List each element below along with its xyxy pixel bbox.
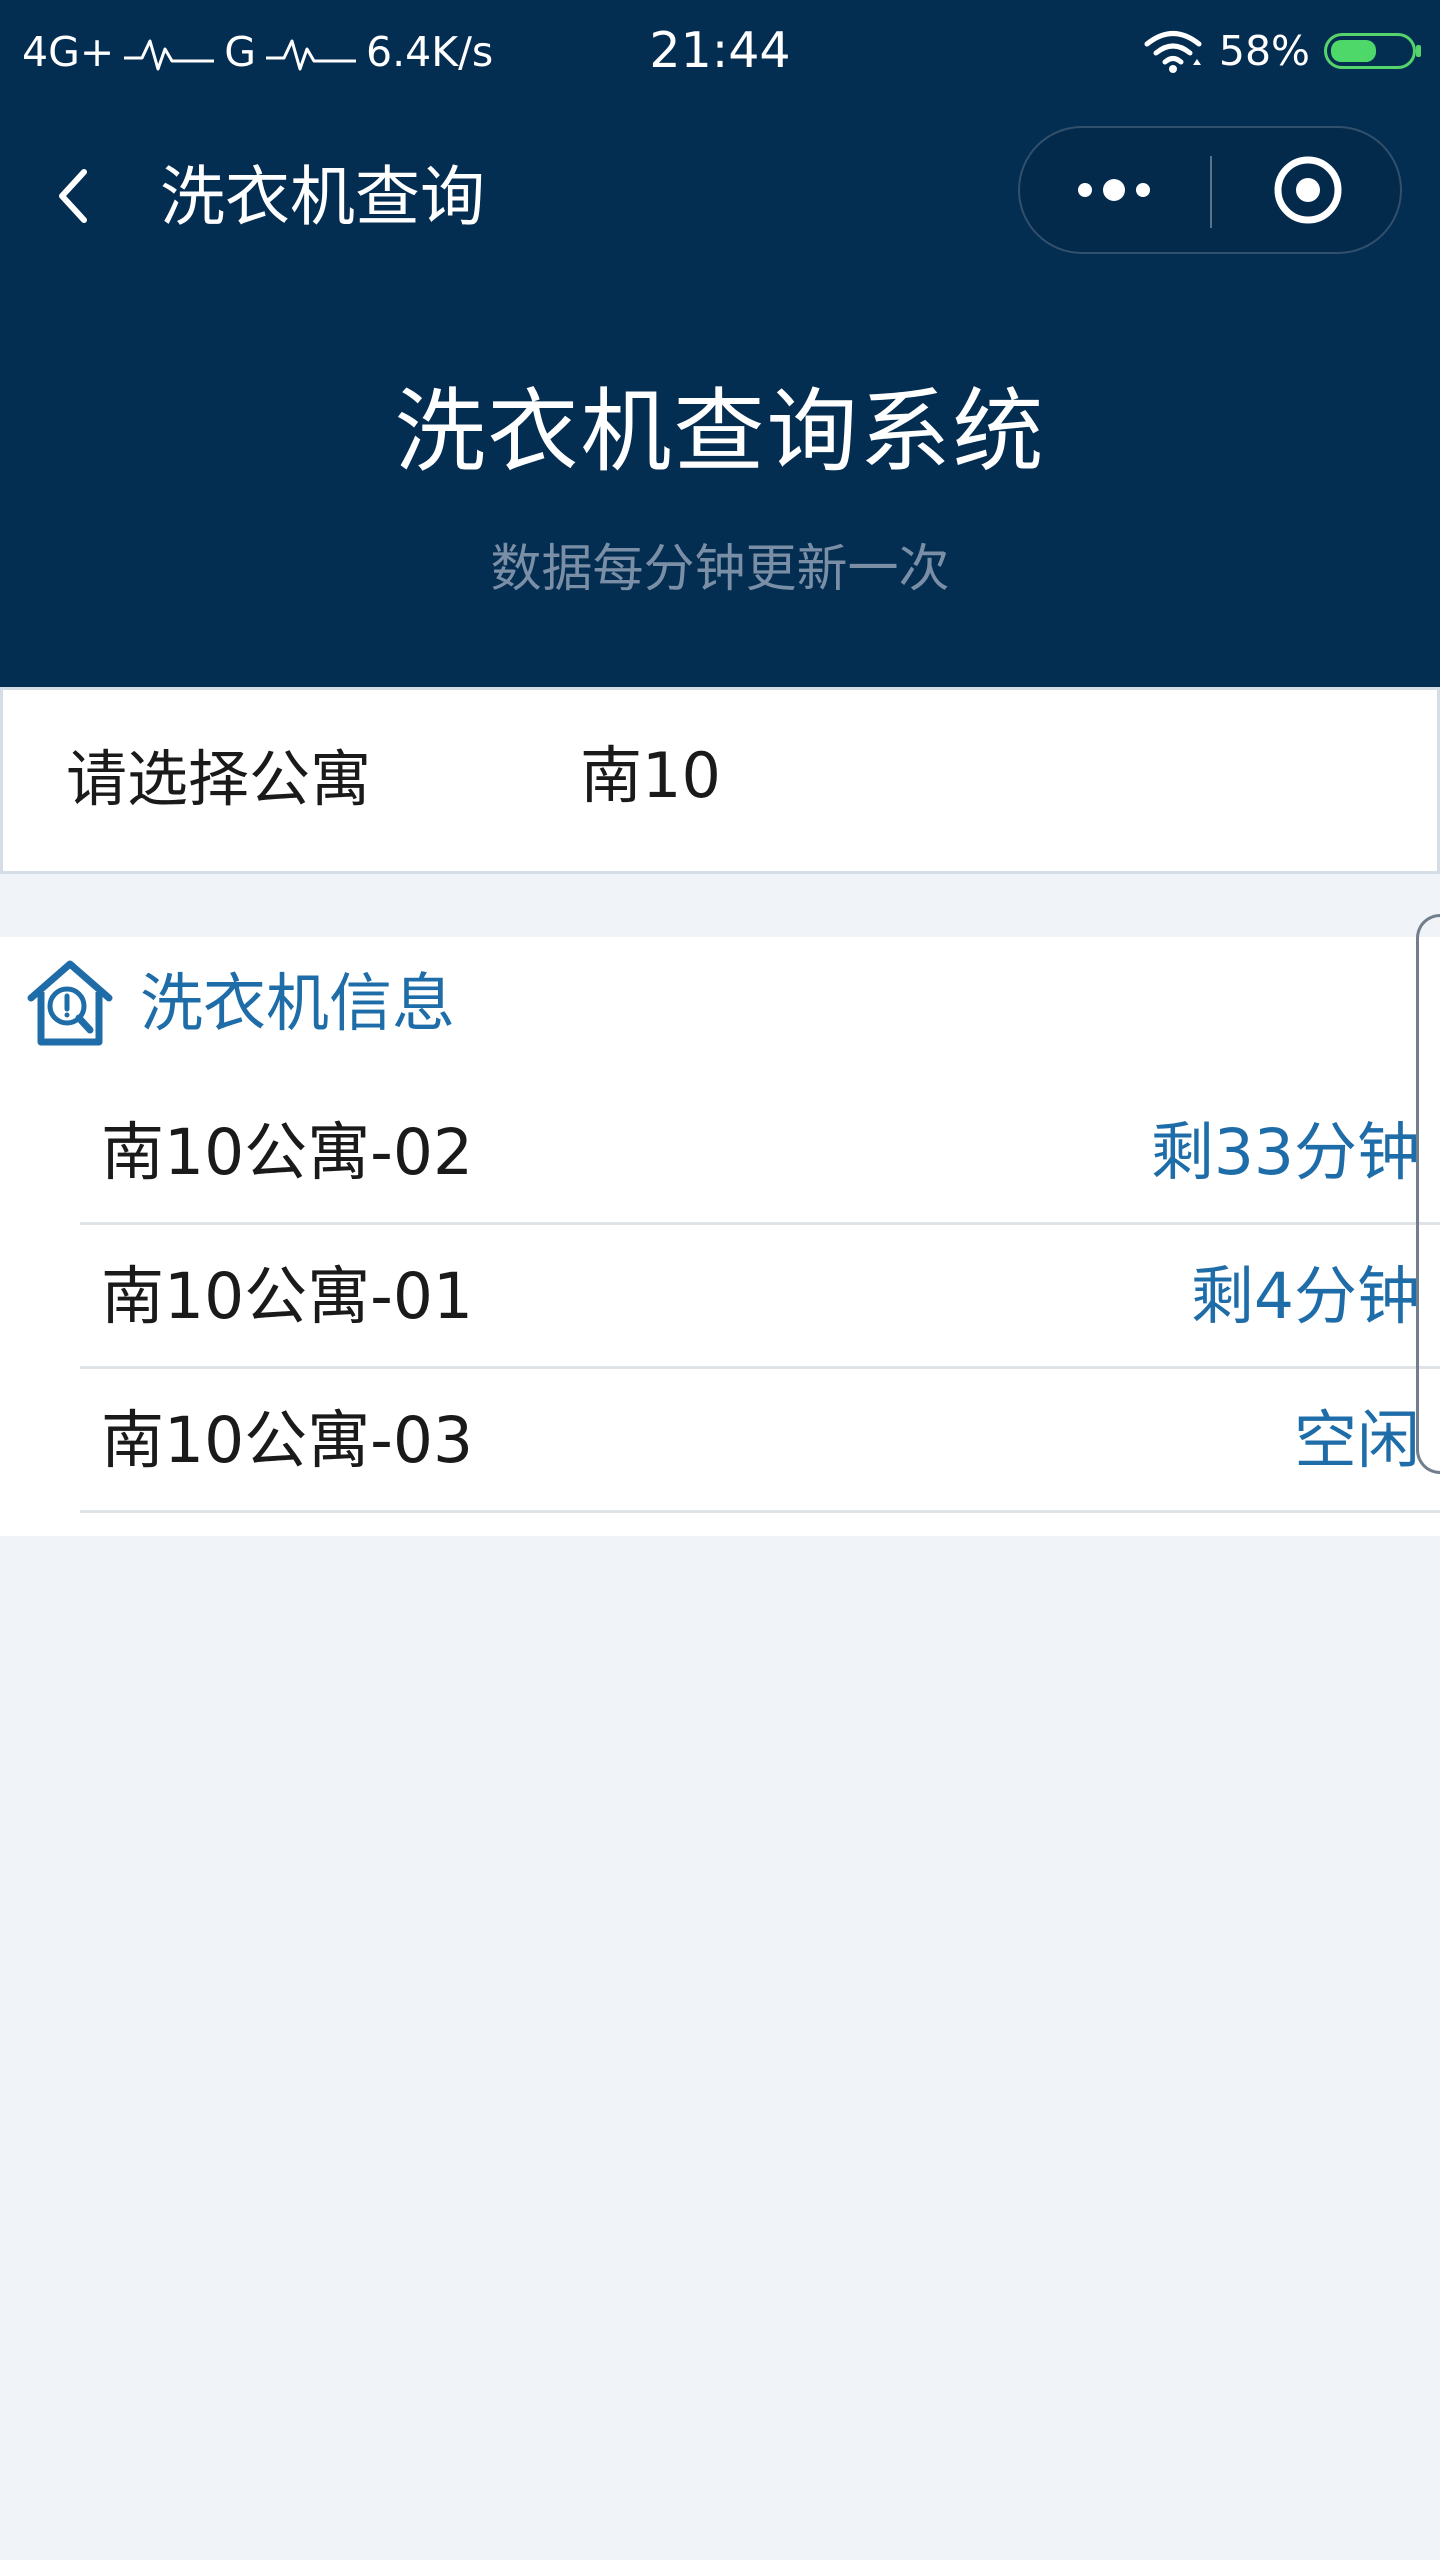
washer-info-header: 洗衣机信息 [20,954,455,1054]
washer-list: 南10公寓-02 剩33分钟 南10公寓-01 剩4分钟 南10公寓-03 空闲 [80,1081,1440,1513]
battery-percent: 58% [1218,27,1310,75]
navigation-bar: 洗衣机查询 [0,104,1440,284]
washer-row[interactable]: 南10公寓-02 剩33分钟 [80,1081,1440,1225]
apartment-selector[interactable]: 请选择公寓 南10 [0,687,1440,874]
more-button[interactable] [1020,128,1211,252]
washer-name: 南10公寓-03 [101,1404,474,1477]
battery-icon [1324,33,1421,69]
back-button[interactable] [44,148,124,244]
status-bar: 4G+ G 6.4K/s 21:44 58% [0,0,1440,104]
page-subtitle: 数据每分钟更新一次 [490,540,950,599]
washer-name: 南10公寓-02 [101,1116,474,1189]
more-icon [1078,179,1150,201]
status-right: 58% [1141,24,1421,78]
washer-info-title: 洗衣机信息 [140,967,455,1040]
nav-title: 洗衣机查询 [160,160,486,235]
house-search-icon [20,954,120,1054]
washer-status: 空闲 [1294,1404,1420,1477]
washer-info-section: 洗衣机信息 南10公寓-02 剩33分钟 南10公寓-01 剩4分钟 南10公寓… [0,937,1440,1536]
menu-capsule [1018,126,1402,254]
washer-name: 南10公寓-01 [101,1260,474,1333]
washer-status: 剩4分钟 [1190,1260,1420,1333]
apartment-selector-value[interactable]: 南10 [580,733,721,819]
page-title: 洗衣机查询系统 [394,380,1046,485]
apartment-selector-label: 请选择公寓 [66,744,372,815]
washer-row[interactable]: 南10公寓-01 剩4分钟 [80,1225,1440,1369]
battery-fill [1331,40,1376,62]
close-button[interactable] [1211,128,1401,252]
scroll-indicator [1416,914,1440,1474]
washer-status: 剩33分钟 [1150,1116,1420,1189]
washer-row[interactable]: 南10公寓-03 空闲 [80,1369,1440,1513]
wifi-icon [1141,27,1205,75]
close-target-icon [1274,156,1342,224]
battery-tip [1416,45,1421,57]
